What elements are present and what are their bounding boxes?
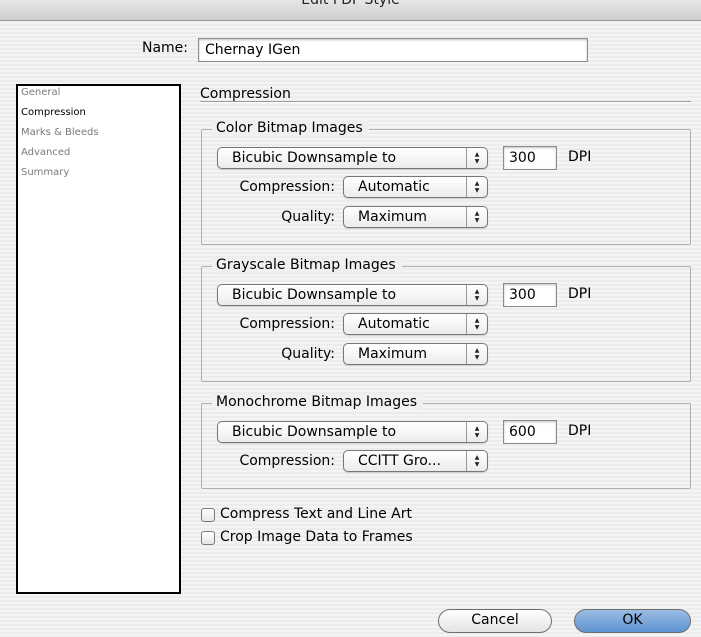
updown-arrows-icon: ▲ ▼: [466, 177, 487, 197]
monochrome-compression-label: Compression:: [239, 453, 335, 469]
grayscale-quality-label: Quality:: [281, 346, 335, 362]
color-sampling-popup[interactable]: Bicubic Downsample to ▲ ▼: [217, 147, 488, 169]
grayscale-dpi-field[interactable]: 300: [503, 283, 557, 307]
grayscale-compression-value: Automatic: [358, 316, 430, 332]
monochrome-dpi-field[interactable]: 600: [503, 420, 557, 444]
cancel-button[interactable]: Cancel: [438, 609, 552, 633]
color-compression-label: Compression:: [239, 179, 335, 195]
name-field[interactable]: [198, 38, 588, 62]
updown-arrows-icon: ▲ ▼: [466, 451, 487, 471]
grayscale-compression-popup[interactable]: Automatic ▲ ▼: [343, 313, 488, 335]
color-compression-popup[interactable]: Automatic ▲ ▼: [343, 176, 488, 198]
grayscale-sampling-value: Bicubic Downsample to: [232, 287, 397, 303]
sidebar-item-general[interactable]: General: [21, 87, 60, 98]
grayscale-dpi-unit: DPI: [568, 286, 592, 302]
color-quality-popup[interactable]: Maximum ▲ ▼: [343, 206, 488, 228]
sidebar-list: General Compression Marks & Bleeds Advan…: [16, 84, 181, 594]
updown-arrows-icon: ▲ ▼: [466, 422, 487, 442]
color-dpi-unit: DPI: [568, 149, 592, 165]
crop-image-label[interactable]: Crop Image Data to Frames: [220, 529, 413, 545]
compress-text-label[interactable]: Compress Text and Line Art: [220, 506, 412, 522]
color-compression-value: Automatic: [358, 179, 430, 195]
compress-text-checkbox[interactable]: [201, 508, 215, 522]
monochrome-bitmap-group: [201, 403, 691, 489]
crop-image-checkbox[interactable]: [201, 531, 215, 545]
updown-arrows-icon: ▲ ▼: [466, 344, 487, 364]
grayscale-group-title: Grayscale Bitmap Images: [212, 257, 402, 273]
grayscale-quality-value: Maximum: [358, 346, 427, 362]
color-group-title: Color Bitmap Images: [212, 120, 369, 136]
updown-arrows-icon: ▲ ▼: [466, 207, 487, 227]
window-title: Edit PDF Style: [301, 0, 400, 8]
sidebar-item-summary[interactable]: Summary: [21, 167, 69, 178]
color-sampling-value: Bicubic Downsample to: [232, 150, 397, 166]
grayscale-quality-popup[interactable]: Maximum ▲ ▼: [343, 343, 488, 365]
section-divider: [200, 101, 691, 103]
grayscale-compression-label: Compression:: [239, 316, 335, 332]
monochrome-compression-value: CCITT Gro...: [358, 453, 441, 469]
monochrome-sampling-value: Bicubic Downsample to: [232, 424, 397, 440]
grayscale-sampling-popup[interactable]: Bicubic Downsample to ▲ ▼: [217, 284, 488, 306]
monochrome-sampling-popup[interactable]: Bicubic Downsample to ▲ ▼: [217, 421, 488, 443]
monochrome-group-title: Monochrome Bitmap Images: [212, 394, 424, 410]
ok-button[interactable]: OK: [574, 609, 691, 633]
sidebar-item-marks-bleeds[interactable]: Marks & Bleeds: [21, 127, 99, 138]
color-dpi-field[interactable]: 300: [503, 146, 557, 170]
section-title: Compression: [200, 86, 291, 102]
updown-arrows-icon: ▲ ▼: [466, 148, 487, 168]
monochrome-dpi-unit: DPI: [568, 423, 592, 439]
color-quality-label: Quality:: [281, 209, 335, 225]
sidebar-item-advanced[interactable]: Advanced: [21, 147, 70, 158]
monochrome-compression-popup[interactable]: CCITT Gro... ▲ ▼: [343, 450, 488, 472]
sidebar-item-compression[interactable]: Compression: [21, 107, 86, 118]
updown-arrows-icon: ▲ ▼: [466, 285, 487, 305]
name-label: Name:: [141, 40, 188, 56]
color-quality-value: Maximum: [358, 209, 427, 225]
updown-arrows-icon: ▲ ▼: [466, 314, 487, 334]
window-titlebar: Edit PDF Style: [0, 0, 701, 21]
